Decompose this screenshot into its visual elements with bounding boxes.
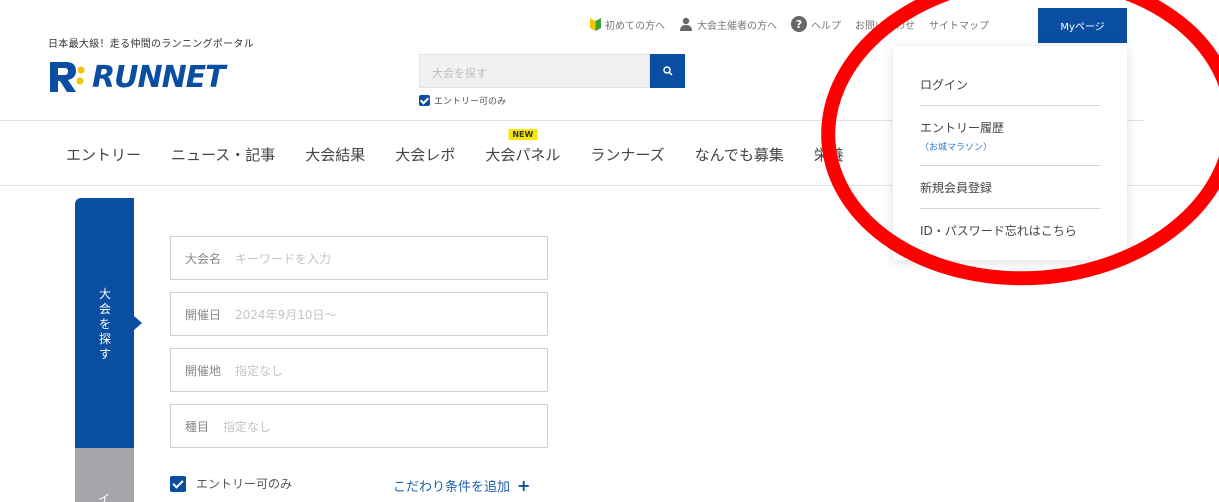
plus-icon: +	[517, 476, 531, 495]
nav-item-label: なんでも募集	[694, 146, 784, 164]
place-placeholder: 指定なし	[235, 363, 284, 378]
dropdown-register-label: 新規会員登録	[920, 181, 993, 195]
mypage-dropdown: ログイン エントリー履歴 （お城マラソン） 新規会員登録 ID・パスワード忘れは…	[893, 46, 1127, 260]
nav-item-label: エントリー	[66, 146, 142, 164]
dropdown-login-label: ログイン	[920, 78, 969, 92]
person-icon	[679, 17, 693, 31]
dropdown-entry-history-label: エントリー履歴	[920, 121, 1005, 135]
runnet-logo-icon	[50, 62, 85, 92]
logo-wordmark: RUNNET	[92, 59, 226, 95]
nav-item-recruit[interactable]: なんでも募集	[695, 144, 784, 165]
nav-item-panel[interactable]: NEW 大会パネル	[485, 129, 561, 165]
site-tagline: 日本最大級！走る仲間のランニングポータル	[48, 39, 254, 50]
beginner-mark-icon	[590, 17, 601, 31]
date-field[interactable]: 開催日 2024年9月10日〜	[170, 292, 548, 336]
search-icon	[662, 66, 673, 76]
dropdown-forgot-label: ID・パスワード忘れはこちら	[920, 224, 1077, 238]
link-beginners-label: 初めての方へ	[605, 20, 665, 32]
add-condition-label: こだわり条件を追加	[393, 480, 511, 495]
help-icon: ?	[791, 16, 807, 32]
link-organizers-label: 大会主催者の方へ	[697, 20, 777, 32]
mypage-button[interactable]: Myページ	[1038, 8, 1127, 43]
link-help-label: ヘルプ	[811, 20, 841, 32]
header-search-button[interactable]	[650, 54, 685, 88]
dropdown-forgot-password[interactable]: ID・パスワード忘れはこちら	[920, 222, 1101, 251]
event-type-placeholder: 指定なし	[223, 419, 272, 434]
page: 日本最大級！走る仲間のランニングポータル RUNNET 大会を探す エントリー可…	[0, 0, 1219, 502]
top-links: 初めての方へ 大会主催者の方へ ? ヘルプ お問い合わせ サイトマップ	[590, 16, 1003, 32]
main-nav: エントリー ニュース・記事 大会結果 大会レポ NEW 大会パネル ランナーズ …	[66, 129, 874, 165]
new-badge: NEW	[508, 129, 538, 140]
header-entry-only-checkbox[interactable]: エントリー可のみ	[419, 94, 506, 107]
search-races-tab-label: 大会を探す	[98, 287, 111, 361]
entry-only-checkbox[interactable]: エントリー可のみ	[170, 475, 292, 492]
date-placeholder: 2024年9月10日〜	[235, 307, 337, 322]
nav-item-label: ニュース・記事	[171, 146, 276, 164]
link-organizers[interactable]: 大会主催者の方へ	[679, 17, 777, 32]
second-side-tab-label: イ	[98, 492, 111, 502]
event-type-label: 種目	[185, 419, 210, 434]
race-name-placeholder: キーワードを入力	[235, 251, 332, 266]
dropdown-login[interactable]: ログイン	[920, 76, 1101, 106]
add-condition-link[interactable]: こだわり条件を追加 +	[393, 476, 530, 495]
race-name-label: 大会名	[185, 251, 222, 266]
dropdown-entry-history[interactable]: エントリー履歴 （お城マラソン）	[920, 119, 1101, 166]
link-sitemap-label: サイトマップ	[929, 20, 989, 32]
active-tab-arrow-icon	[134, 316, 142, 330]
link-contact[interactable]: お問い合わせ	[855, 17, 915, 32]
search-placeholder: 大会を探す	[432, 67, 487, 80]
site-logo[interactable]: RUNNET	[46, 57, 226, 97]
nav-item-label: ランナーズ	[590, 146, 665, 164]
checkbox-checked-icon	[170, 475, 186, 492]
checkbox-checked-icon	[419, 95, 430, 106]
nav-item-label: 栄養	[813, 146, 844, 164]
link-help[interactable]: ? ヘルプ	[791, 16, 841, 32]
nav-item-label: 大会レポ	[395, 146, 456, 164]
link-beginners[interactable]: 初めての方へ	[590, 17, 665, 32]
dropdown-register[interactable]: 新規会員登録	[920, 179, 1101, 209]
nav-item-news[interactable]: ニュース・記事	[171, 144, 275, 165]
nav-item-label: 大会パネル	[485, 146, 561, 164]
event-type-field[interactable]: 種目 指定なし	[170, 404, 548, 448]
place-field[interactable]: 開催地 指定なし	[170, 348, 548, 392]
nav-item-results[interactable]: 大会結果	[305, 144, 365, 165]
race-name-field[interactable]: 大会名 キーワードを入力	[170, 236, 548, 280]
entry-only-label: エントリー可のみ	[196, 477, 293, 491]
nav-item-runners[interactable]: ランナーズ	[590, 144, 664, 165]
dropdown-entry-history-sub[interactable]: （お城マラソン）	[920, 140, 1101, 153]
link-contact-label: お問い合わせ	[855, 20, 915, 32]
nav-item-label: 大会結果	[305, 146, 366, 164]
nav-item-reports[interactable]: 大会レポ	[395, 144, 455, 165]
nav-item-entry[interactable]: エントリー	[66, 144, 141, 165]
header-search-input[interactable]: 大会を探す	[419, 54, 650, 88]
date-label: 開催日	[185, 307, 222, 322]
place-label: 開催地	[185, 363, 222, 378]
header-entry-only-label: エントリー可のみ	[434, 97, 507, 107]
nav-item-nutrition[interactable]: 栄養	[814, 144, 844, 165]
link-sitemap[interactable]: サイトマップ	[929, 17, 989, 32]
mypage-button-label: Myページ	[1060, 22, 1105, 33]
